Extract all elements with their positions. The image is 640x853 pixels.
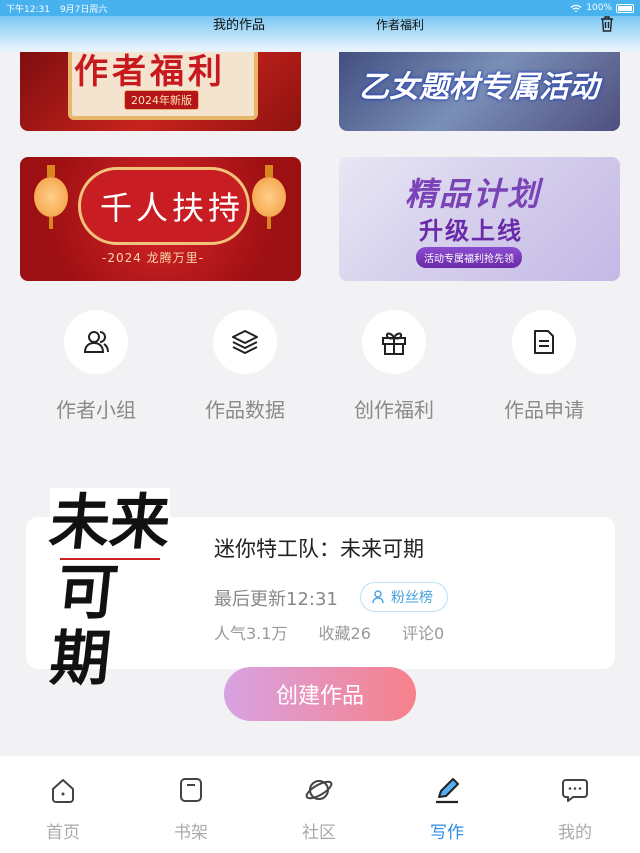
stat-favorites: 收藏26 bbox=[318, 624, 371, 643]
bottom-tab-bar: 首页 书架 社区 写作 我的 bbox=[0, 756, 640, 853]
group-icon bbox=[83, 331, 109, 353]
banner-subtitle: 升级上线 bbox=[419, 217, 523, 245]
tab-write[interactable]: 写作 bbox=[407, 776, 487, 843]
quick-action-creation-welfare[interactable]: 创作福利 bbox=[324, 310, 464, 423]
cover-title-line: 可期 bbox=[46, 558, 122, 694]
book-last-updated: 最后更新12:31 bbox=[214, 589, 338, 610]
banner-premium-plan[interactable]: 精品计划 升级上线 活动专属福利抢先领 bbox=[339, 157, 620, 281]
tab-home[interactable]: 首页 bbox=[23, 776, 103, 843]
fans-ranking-button[interactable]: 粉丝榜 bbox=[360, 582, 448, 612]
layers-icon bbox=[232, 330, 258, 354]
home-icon bbox=[52, 779, 74, 803]
fans-ranking-label: 粉丝榜 bbox=[391, 590, 433, 606]
battery-icon bbox=[616, 3, 634, 13]
planet-icon bbox=[305, 780, 333, 800]
banner-subtitle: 2024年新版 bbox=[124, 90, 199, 110]
quick-action-author-group[interactable]: 作者小组 bbox=[26, 310, 166, 423]
trash-icon[interactable] bbox=[600, 16, 614, 32]
tab-label: 首页 bbox=[46, 823, 80, 843]
lantern-icon bbox=[34, 165, 68, 229]
banner-title: 乙女题材专属活动 bbox=[359, 70, 599, 105]
tab-author-welfare[interactable]: 作者福利 bbox=[376, 16, 424, 33]
quick-action-label: 创作福利 bbox=[354, 398, 434, 422]
create-work-button[interactable]: 创建作品 bbox=[224, 667, 416, 721]
book-title[interactable]: 迷你特工队：未来可期 bbox=[214, 533, 424, 563]
tab-mine[interactable]: 我的 bbox=[535, 776, 615, 843]
quick-action-label: 作品申请 bbox=[504, 398, 584, 422]
user-icon bbox=[372, 590, 384, 604]
tab-label: 写作 bbox=[430, 823, 464, 843]
quick-action-work-data[interactable]: 作品数据 bbox=[175, 310, 315, 423]
tab-community[interactable]: 社区 bbox=[279, 776, 359, 843]
quick-action-label: 作品数据 bbox=[205, 398, 285, 422]
banner-otome-event[interactable]: 乙女题材专属活动 bbox=[339, 40, 620, 131]
banner-title: 精品计划 bbox=[405, 175, 542, 213]
banner-thousand-support[interactable]: 千人扶持 -2024 龙腾万里- bbox=[20, 157, 301, 281]
stat-popularity: 人气3.1万 bbox=[214, 624, 288, 643]
document-icon bbox=[534, 330, 554, 354]
tab-bookshelf[interactable]: 书架 bbox=[151, 776, 231, 843]
cover-title-line: 未来 bbox=[46, 488, 174, 558]
banner-author-welfare[interactable]: 作者福利 2024年新版 bbox=[20, 40, 301, 131]
status-time: 下午12:31 bbox=[6, 4, 50, 15]
gift-icon bbox=[382, 332, 406, 355]
book-stats: 人气3.1万 收藏26 评论0 bbox=[214, 620, 470, 644]
tab-label: 社区 bbox=[302, 823, 336, 843]
status-date: 9月7日周六 bbox=[59, 4, 108, 15]
tab-label: 书架 bbox=[174, 823, 208, 843]
quick-action-circle bbox=[213, 310, 277, 374]
quick-action-circle bbox=[512, 310, 576, 374]
tab-label: 我的 bbox=[558, 823, 592, 843]
quick-action-label: 作者小组 bbox=[56, 398, 136, 422]
pen-icon bbox=[436, 778, 459, 804]
wifi-icon bbox=[570, 4, 582, 12]
bookshelf-icon bbox=[180, 778, 202, 802]
stat-comments: 评论0 bbox=[402, 624, 445, 643]
banner-subtitle: -2024 龙腾万里- bbox=[102, 251, 205, 265]
banner-title: 千人扶持 bbox=[100, 189, 245, 227]
quick-action-circle bbox=[64, 310, 128, 374]
lantern-icon bbox=[252, 165, 286, 229]
chat-bubble-icon bbox=[562, 779, 588, 802]
tab-my-works[interactable]: 我的作品 bbox=[213, 14, 265, 33]
quick-action-circle bbox=[362, 310, 426, 374]
banner-pill: 活动专属福利抢先领 bbox=[416, 247, 522, 268]
quick-action-work-application[interactable]: 作品申请 bbox=[474, 310, 614, 423]
book-cover[interactable]: 未来 可期 bbox=[46, 488, 174, 694]
status-bar: 下午12:31 9月7日周六 100% bbox=[0, 0, 640, 16]
battery-percent: 100% bbox=[586, 3, 612, 13]
